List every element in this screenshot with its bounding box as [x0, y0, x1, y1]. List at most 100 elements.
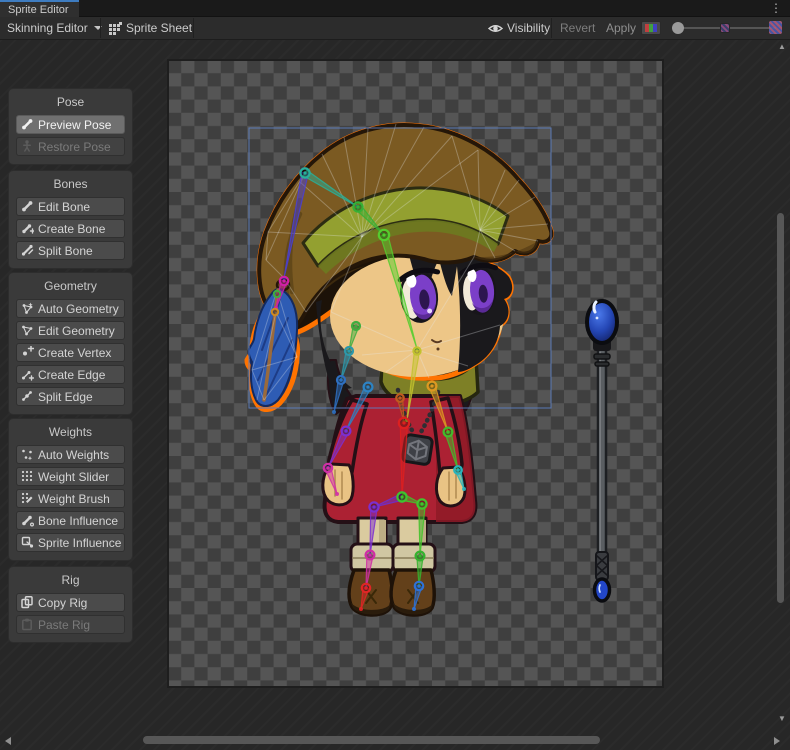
button-label: Edit Bone — [38, 200, 90, 214]
auto-weights-button[interactable]: Auto Weights — [16, 445, 125, 464]
split-edge-button[interactable]: Split Edge — [16, 387, 125, 406]
button-label: Create Vertex — [38, 346, 111, 360]
bone-node[interactable] — [274, 291, 280, 297]
button-label: Split Edge — [38, 390, 93, 404]
button-label: Weight Slider — [38, 470, 109, 484]
weight-slider-button[interactable]: Weight Slider — [16, 467, 125, 486]
paste-icon — [21, 618, 34, 631]
revert-button[interactable]: Revert — [553, 17, 602, 39]
scroll-up-arrow[interactable]: ▲ — [778, 42, 786, 51]
panel-geometry: Geometry Auto Geometry Edit Geometry Create… — [8, 272, 133, 415]
sprite-sheet-label: Sprite Sheet — [126, 21, 192, 35]
vertical-scroll-thumb[interactable] — [777, 213, 784, 603]
boneinf-icon — [21, 514, 34, 527]
main-area: Pose Preview Pose Restore Pose Bones Edit Bo… — [0, 40, 790, 750]
visibility-label: Visibility — [507, 21, 550, 35]
button-label: Paste Rig — [38, 618, 90, 632]
mode-dropdown-label: Skinning Editor — [7, 21, 88, 35]
panel-rig: Rig Copy Rig Paste Rig — [8, 566, 133, 643]
panel-bones: Bones Edit Bone Create Bone Split Bone — [8, 170, 133, 269]
sprite-sheet-button[interactable]: Sprite Sheet — [102, 17, 199, 39]
toolbar-separator — [100, 18, 101, 38]
toolbar: Skinning Editor Sprite Sheet Visibility … — [0, 17, 790, 40]
button-label: Auto Geometry — [38, 302, 119, 316]
scroll-left-arrow[interactable] — [5, 737, 11, 745]
button-label: Edit Geometry — [38, 324, 115, 338]
staff-gem — [595, 579, 610, 601]
netauto-icon — [21, 302, 34, 315]
auto-geometry-button[interactable]: Auto Geometry — [16, 299, 125, 318]
sprite-editor-window: Sprite Editor ⋮ Skinning Editor Sprite S… — [0, 0, 790, 750]
grid-icon — [21, 470, 34, 483]
bone-icon — [21, 200, 34, 213]
button-label: Create Edge — [38, 368, 105, 382]
figure-icon — [21, 140, 34, 153]
create-bone-button[interactable]: Create Bone — [16, 219, 125, 238]
vertexplus-icon — [21, 346, 34, 359]
toolbar-separator — [193, 18, 194, 38]
tab-sprite-editor[interactable]: Sprite Editor — [0, 0, 79, 17]
eye-icon — [488, 23, 503, 34]
weight-brush-button[interactable]: Weight Brush — [16, 489, 125, 508]
spriteinf-icon — [21, 536, 34, 549]
apply-label: Apply — [606, 21, 636, 35]
panel-title: Geometry — [9, 279, 132, 293]
mip-texture-small-icon — [720, 23, 730, 33]
bonesplit-icon — [21, 244, 34, 257]
vertical-scrollbar: ▲ ▼ — [774, 40, 788, 734]
scroll-right-arrow[interactable] — [774, 737, 780, 745]
create-vertex-button[interactable]: Create Vertex — [16, 343, 125, 362]
tab-bar: Sprite Editor ⋮ — [0, 0, 790, 17]
kebab-menu-icon[interactable]: ⋮ — [770, 0, 782, 16]
copy-rig-button[interactable]: Copy Rig — [16, 593, 125, 612]
button-label: Auto Weights — [38, 448, 109, 462]
zoom-mip-slider — [670, 17, 782, 39]
gridbrush-icon — [21, 492, 34, 505]
panel-pose: Pose Preview Pose Restore Pose — [8, 88, 133, 165]
horizontal-scroll-thumb[interactable] — [143, 736, 600, 744]
visibility-toggle[interactable]: Visibility — [481, 17, 557, 39]
apply-button[interactable]: Apply — [599, 17, 643, 39]
bone-node[interactable] — [272, 309, 278, 315]
create-edge-button[interactable]: Create Edge — [16, 365, 125, 384]
toolbar-separator — [551, 18, 552, 38]
horizontal-scrollbar — [0, 732, 788, 749]
button-label: Split Bone — [38, 244, 93, 258]
blue-channel-icon — [653, 24, 657, 32]
scroll-down-arrow[interactable]: ▼ — [778, 714, 786, 723]
split-bone-button[interactable]: Split Bone — [16, 241, 125, 260]
panel-title: Weights — [9, 425, 132, 439]
edgesplit-icon — [21, 390, 34, 403]
sprite-influence-button[interactable]: Sprite Influence — [16, 533, 125, 552]
staff-orb — [587, 301, 617, 343]
revert-label: Revert — [560, 21, 595, 35]
edgeplus-icon — [21, 368, 34, 381]
button-label: Preview Pose — [38, 118, 111, 132]
button-label: Restore Pose — [38, 140, 111, 154]
button-label: Bone Influence — [38, 514, 118, 528]
sparkle-icon — [21, 448, 34, 461]
mip-texture-large-icon — [769, 21, 782, 34]
bone-influence-button[interactable]: Bone Influence — [16, 511, 125, 530]
preview-pose-button[interactable]: Preview Pose — [16, 115, 125, 134]
button-label: Create Bone — [38, 222, 105, 236]
panel-title: Pose — [9, 95, 132, 109]
button-label: Sprite Influence — [38, 536, 121, 550]
panel-title: Bones — [9, 177, 132, 191]
panel-weights: Weights Auto Weights Weight Slider Weight B… — [8, 418, 133, 561]
paste-rig-button[interactable]: Paste Rig — [16, 615, 125, 634]
rgb-channels-button[interactable] — [641, 21, 661, 35]
mode-dropdown[interactable]: Skinning Editor — [0, 17, 109, 39]
button-label: Copy Rig — [38, 596, 87, 610]
panel-title: Rig — [9, 573, 132, 587]
net-icon — [21, 324, 34, 337]
bone-icon — [21, 118, 34, 131]
sprite-sheet-icon — [109, 22, 122, 35]
slider-handle[interactable] — [672, 22, 684, 34]
edit-bone-button[interactable]: Edit Bone — [16, 197, 125, 216]
restore-pose-button[interactable]: Restore Pose — [16, 137, 125, 156]
edit-geometry-button[interactable]: Edit Geometry — [16, 321, 125, 340]
boneplus-icon — [21, 222, 34, 235]
copy-icon — [21, 596, 34, 609]
button-label: Weight Brush — [38, 492, 110, 506]
